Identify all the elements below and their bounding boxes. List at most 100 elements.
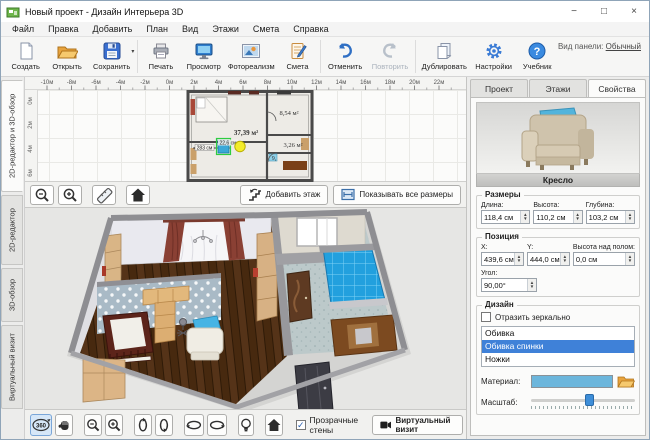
length-spinner-arrows[interactable]: ▲▼: [520, 211, 529, 223]
rotate-360-button[interactable]: 360: [30, 414, 52, 436]
show-all-dimensions-button[interactable]: Показывать все размеры: [333, 185, 461, 205]
y-spinner-arrows[interactable]: ▲▼: [560, 253, 569, 265]
material-swatch[interactable]: [531, 375, 613, 388]
tab-floors[interactable]: Этажи: [529, 79, 587, 97]
rotate-up-button[interactable]: [134, 414, 152, 436]
rotate-vertical-icon: [135, 417, 151, 433]
height-input[interactable]: 110,2 см ▲▼: [533, 210, 582, 224]
plan-zoom-in-button[interactable]: [58, 185, 82, 205]
home-icon: [266, 417, 282, 433]
svg-text:22м: 22м: [434, 80, 445, 86]
position-y-input[interactable]: 444,0 см ▲▼: [527, 252, 570, 266]
add-floor-button[interactable]: Добавить этаж: [240, 185, 329, 205]
menu-estimate[interactable]: Смета: [246, 23, 286, 35]
menu-help[interactable]: Справка: [286, 23, 335, 35]
zoom-in-3d-button[interactable]: [105, 414, 123, 436]
minimize-button[interactable]: −: [559, 1, 589, 22]
left-tab-strip: 2D-редактор и 3D-обзор 2D-редактор 3D-об…: [1, 77, 25, 439]
save-button[interactable]: Сохранить ▾: [88, 39, 136, 71]
menu-view[interactable]: Вид: [175, 23, 205, 35]
svg-text:360: 360: [36, 423, 47, 429]
menu-file[interactable]: Файл: [5, 23, 41, 35]
add-floor-stairs-icon: [248, 188, 262, 201]
plan-area-main: 37,39 м²: [234, 129, 258, 137]
browse-material-folder-icon[interactable]: [617, 374, 635, 388]
svg-text:-10м: -10м: [41, 80, 54, 86]
panel-view-setting: Вид панели: Обычный: [558, 39, 647, 51]
plan-area-room4: 9,: [272, 156, 277, 162]
list-item-upholstery[interactable]: Обивка: [482, 327, 634, 340]
floor-height-input[interactable]: 0,0 см ▲▼: [573, 252, 635, 266]
plan-rotate-handle[interactable]: [235, 141, 245, 151]
plan-area-room3: 3,26 м²: [283, 142, 302, 149]
close-button[interactable]: ×: [619, 1, 649, 22]
save-dropdown-arrow[interactable]: ▾: [131, 48, 134, 55]
slider-handle[interactable]: [585, 394, 594, 406]
orbit-left-button[interactable]: [184, 414, 204, 436]
pan-button[interactable]: [55, 414, 73, 436]
plan-home-button[interactable]: [126, 185, 150, 205]
settings-button[interactable]: Настройки: [471, 39, 517, 71]
angle-spinner-arrows[interactable]: ▲▼: [527, 279, 536, 291]
tab-3d-view[interactable]: 3D-обзор: [1, 268, 23, 322]
undo-arrow-icon: [334, 41, 356, 61]
undo-button[interactable]: Отменить: [323, 39, 367, 71]
app-window: Новый проект - Дизайн Интерьера 3D − □ ×…: [0, 0, 650, 440]
depth-spinner-arrows[interactable]: ▲▼: [625, 211, 634, 223]
maximize-button[interactable]: □: [589, 1, 619, 22]
preview-button[interactable]: Просмотр: [182, 39, 226, 71]
menu-plan[interactable]: План: [139, 23, 175, 35]
new-button[interactable]: Создать: [5, 39, 46, 71]
mirror-label: Отразить зеркально: [495, 313, 570, 322]
plan-zoom-out-button[interactable]: [30, 185, 54, 205]
bathroom-vanity: [331, 315, 397, 356]
photorealism-button[interactable]: Фотореализм: [226, 39, 277, 71]
orbit-right-icon: [208, 417, 226, 433]
light-button[interactable]: [238, 414, 254, 436]
open-button[interactable]: Открыть: [46, 39, 87, 71]
material-parts-list: Обивка Обивка спинки Ножки: [481, 326, 635, 367]
estimate-button[interactable]: Смета: [277, 39, 318, 71]
depth-input[interactable]: 103,2 см ▲▼: [586, 210, 635, 224]
height-spinner-arrows[interactable]: ▲▼: [573, 211, 582, 223]
rotate-down-button[interactable]: [155, 414, 173, 436]
length-input[interactable]: 118,4 см ▲▼: [481, 210, 530, 224]
menu-add[interactable]: Добавить: [86, 23, 140, 35]
x-spinner-arrows[interactable]: ▲▼: [514, 253, 523, 265]
open-folder-icon: [56, 41, 78, 61]
panel-view-link[interactable]: Обычный: [606, 42, 641, 51]
room-3d-render: [25, 208, 466, 409]
tab-properties[interactable]: Свойства: [588, 79, 646, 97]
menu-bar: Файл Правка Добавить План Вид Этажи Смет…: [1, 22, 649, 37]
position-x-input[interactable]: 439,6 см ▲▼: [481, 252, 524, 266]
mirror-checkbox[interactable]: [481, 312, 491, 322]
duplicate-button[interactable]: Дублировать: [418, 39, 471, 71]
scale-slider[interactable]: [531, 394, 635, 410]
zoom-out-3d-button[interactable]: [84, 414, 102, 436]
plan-measure-button[interactable]: [92, 185, 116, 205]
menu-edit[interactable]: Правка: [41, 23, 85, 35]
print-button[interactable]: Печать: [140, 39, 181, 71]
transparent-walls-checkbox[interactable]: ✓: [296, 420, 306, 430]
view-3d[interactable]: [25, 208, 466, 409]
tab-2d-editor[interactable]: 2D-редактор: [1, 195, 23, 265]
home-view-button[interactable]: [265, 414, 283, 436]
tab-virtual-visit[interactable]: Виртуальный визит: [1, 325, 23, 409]
toolbar-separator: [320, 40, 321, 73]
position-group: Позиция X: 439,6 см ▲▼ Y: 444: [476, 237, 640, 297]
floor-height-spinner-arrows[interactable]: ▲▼: [625, 253, 634, 265]
angle-input[interactable]: 90,00° ▲▼: [481, 278, 537, 292]
mirror-option[interactable]: Отразить зеркально: [481, 312, 635, 322]
list-item-legs[interactable]: Ножки: [482, 353, 634, 366]
plan-bed-symbol: [196, 97, 227, 122]
tab-2d-3d-combined[interactable]: 2D-редактор и 3D-обзор: [1, 80, 23, 192]
tab-project[interactable]: Проект: [470, 79, 528, 97]
tutorial-button[interactable]: ? Учебник: [517, 39, 558, 71]
transparent-walls-option[interactable]: ✓ Прозрачные стены: [296, 415, 359, 435]
redo-button[interactable]: Повторить: [367, 39, 413, 71]
orbit-right-button[interactable]: [207, 414, 227, 436]
menu-floors[interactable]: Этажи: [205, 23, 246, 35]
plan-2d-canvas[interactable]: 0м2м4м6м: [25, 90, 466, 182]
virtual-visit-button[interactable]: Виртуальный визит: [372, 415, 463, 435]
list-item-back-upholstery[interactable]: Обивка спинки: [482, 340, 634, 353]
